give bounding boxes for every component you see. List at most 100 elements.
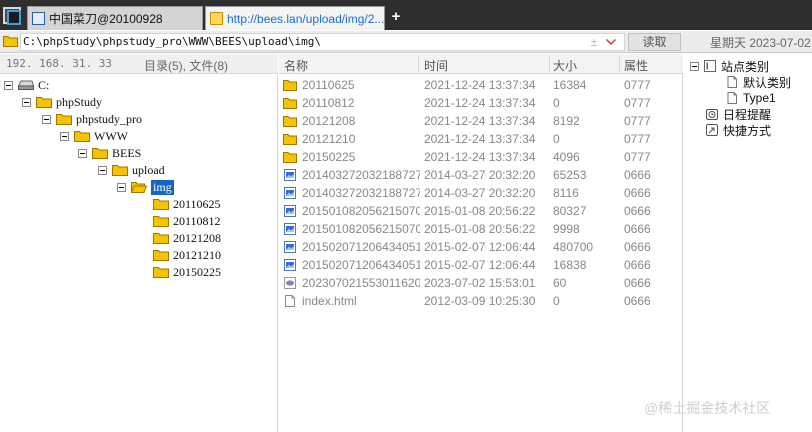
file-name: 20110812 xyxy=(302,96,355,110)
folder-icon xyxy=(36,97,52,108)
file-row[interactable]: 201403272032188727... 2014-03-27 20:32:20… xyxy=(279,166,683,184)
panel-node[interactable]: 站点类别 xyxy=(690,58,769,74)
file-row[interactable]: 20150225 2021-12-24 13:37:34 4096 0777 xyxy=(279,148,683,166)
path-input[interactable]: C:\phpStudy\phpstudy_pro\WWW\BEES\upload… xyxy=(20,33,625,51)
plus-minus-icon[interactable]: ± xyxy=(588,35,600,49)
folder-icon xyxy=(283,80,297,91)
tree-node[interactable]: C: xyxy=(4,77,49,93)
file-name: index.html xyxy=(302,294,357,308)
tree-node-label: 20121210 xyxy=(173,247,221,262)
tree-node[interactable]: 20150225 xyxy=(153,264,221,280)
file-name: 201502071206434051... xyxy=(302,240,420,254)
ip-address: 192. 168. 31. 33 xyxy=(6,57,112,70)
tab-file-browser[interactable]: http://bees.lan/upload/img/2... xyxy=(205,6,385,30)
tree-node[interactable]: upload xyxy=(98,162,165,178)
tree-node[interactable]: WWW xyxy=(60,128,128,144)
folder-icon xyxy=(92,148,108,159)
tree-node-label: 20110812 xyxy=(173,213,221,228)
tree-node-label: 20110625 xyxy=(173,196,221,211)
status-row: 192. 168. 31. 33 目录(5), 文件(8) xyxy=(0,54,278,74)
tree-node[interactable]: BEES xyxy=(78,145,141,161)
folder-icon xyxy=(153,199,169,210)
file-name: 201403272032188727... xyxy=(302,186,420,200)
collapse-toggle-icon[interactable] xyxy=(690,61,699,71)
file-time: 2023-07-02 15:53:01 xyxy=(424,276,536,290)
column-divider[interactable] xyxy=(418,56,419,72)
image-file-icon xyxy=(284,205,296,217)
file-name: 20121210 xyxy=(302,132,356,146)
column-header-attr[interactable]: 属性 xyxy=(624,57,648,74)
folder-icon xyxy=(153,250,169,261)
file-size: 8116 xyxy=(553,186,579,200)
collapse-toggle-icon[interactable] xyxy=(98,165,107,175)
folder-icon xyxy=(3,36,18,47)
file-size: 8192 xyxy=(553,114,580,128)
panel-node[interactable]: 默认类别 xyxy=(726,74,791,90)
file-row[interactable]: 201403272032188727... 2014-03-27 20:32:20… xyxy=(279,184,683,202)
collapse-toggle-icon[interactable] xyxy=(117,182,126,192)
tree-node[interactable]: 20110625 xyxy=(153,196,221,212)
file-attr: 0777 xyxy=(624,96,651,110)
collapse-toggle-icon[interactable] xyxy=(22,97,31,107)
column-divider[interactable] xyxy=(619,56,620,72)
tab-label: http://bees.lan/upload/img/2... xyxy=(227,11,385,26)
folder-icon xyxy=(112,165,128,176)
column-header-size[interactable]: 大小 xyxy=(553,57,577,74)
panel-node-label: 站点类别 xyxy=(721,59,770,74)
tree-node[interactable]: 20121208 xyxy=(153,230,221,246)
file-name: 201502071206434051... xyxy=(302,258,420,272)
tree-node[interactable]: 20110812 xyxy=(153,213,221,229)
file-size: 9998 xyxy=(553,222,580,236)
file-attr: 0777 xyxy=(624,114,651,128)
file-attr: 0666 xyxy=(624,258,651,272)
file-row[interactable]: 20110625 2021-12-24 13:37:34 16384 0777 xyxy=(279,76,683,94)
file-row[interactable]: 20121210 2021-12-24 13:37:34 0 0777 xyxy=(279,130,683,148)
tree-node[interactable]: img xyxy=(117,179,174,195)
file-row[interactable]: index.html 2012-03-09 10:25:30 0 0666 xyxy=(279,292,683,310)
file-attr: 0666 xyxy=(624,294,651,308)
file-size: 4096 xyxy=(553,150,580,164)
file-attr: 0777 xyxy=(624,150,651,164)
file-name: 201501082056215070... xyxy=(302,204,420,218)
file-size: 0 xyxy=(553,294,560,308)
collapse-toggle-icon[interactable] xyxy=(60,131,69,141)
tree-node[interactable]: 20121210 xyxy=(153,247,221,263)
column-header-name[interactable]: 名称 xyxy=(284,57,308,74)
file-row[interactable]: 201501082056215070... 2015-01-08 20:56:22… xyxy=(279,220,683,238)
collapse-toggle-icon[interactable] xyxy=(42,114,51,124)
file-attr: 0666 xyxy=(624,240,651,254)
file-size: 65253 xyxy=(553,168,587,182)
file-row[interactable]: 202307021553011620... 2023-07-02 15:53:01… xyxy=(279,274,683,292)
chevron-down-icon[interactable] xyxy=(606,39,616,45)
file-time: 2021-12-24 13:37:34 xyxy=(424,96,536,110)
folder-icon xyxy=(153,267,169,278)
column-divider[interactable] xyxy=(549,56,550,72)
panel-node[interactable]: Type1 xyxy=(726,90,776,106)
file-list: 名称 时间 大小 属性 20110625 2021-12-24 13:37:34 1… xyxy=(279,54,683,432)
panel-node-label: 日程提醒 xyxy=(723,107,772,122)
tree-node[interactable]: phpStudy xyxy=(22,94,102,110)
tree-node[interactable]: phpstudy_pro xyxy=(42,111,142,127)
new-tab-button[interactable]: + xyxy=(388,8,404,26)
file-row[interactable]: 20110812 2021-12-24 13:37:34 0 0777 xyxy=(279,94,683,112)
read-button[interactable]: 读取 xyxy=(628,33,681,51)
column-header-time[interactable]: 时间 xyxy=(424,57,448,74)
file-size: 60 xyxy=(553,276,567,290)
panel-node[interactable]: 日程提醒 xyxy=(706,106,771,122)
drive-icon xyxy=(18,80,34,90)
image-file-icon xyxy=(284,169,296,181)
file-row[interactable]: 201501082056215070... 2015-01-08 20:56:22… xyxy=(279,202,683,220)
file-attr: 0666 xyxy=(624,204,651,218)
app-icon[interactable] xyxy=(3,7,21,25)
image-file-icon xyxy=(284,187,296,199)
tab-shell-manager[interactable]: 中国菜刀@20100928 xyxy=(27,6,203,30)
file-row[interactable]: 20121208 2021-12-24 13:37:34 8192 0777 xyxy=(279,112,683,130)
folder-icon xyxy=(283,134,297,145)
collapse-toggle-icon[interactable] xyxy=(78,148,87,158)
file-row[interactable]: 201502071206434051... 2015-02-07 12:06:44… xyxy=(279,238,683,256)
category-icon xyxy=(704,60,716,72)
panel-node[interactable]: 快捷方式 xyxy=(706,122,771,138)
collapse-toggle-icon[interactable] xyxy=(4,80,13,90)
image-file-icon xyxy=(284,259,296,271)
file-row[interactable]: 201502071206434051... 2015-02-07 12:06:44… xyxy=(279,256,683,274)
